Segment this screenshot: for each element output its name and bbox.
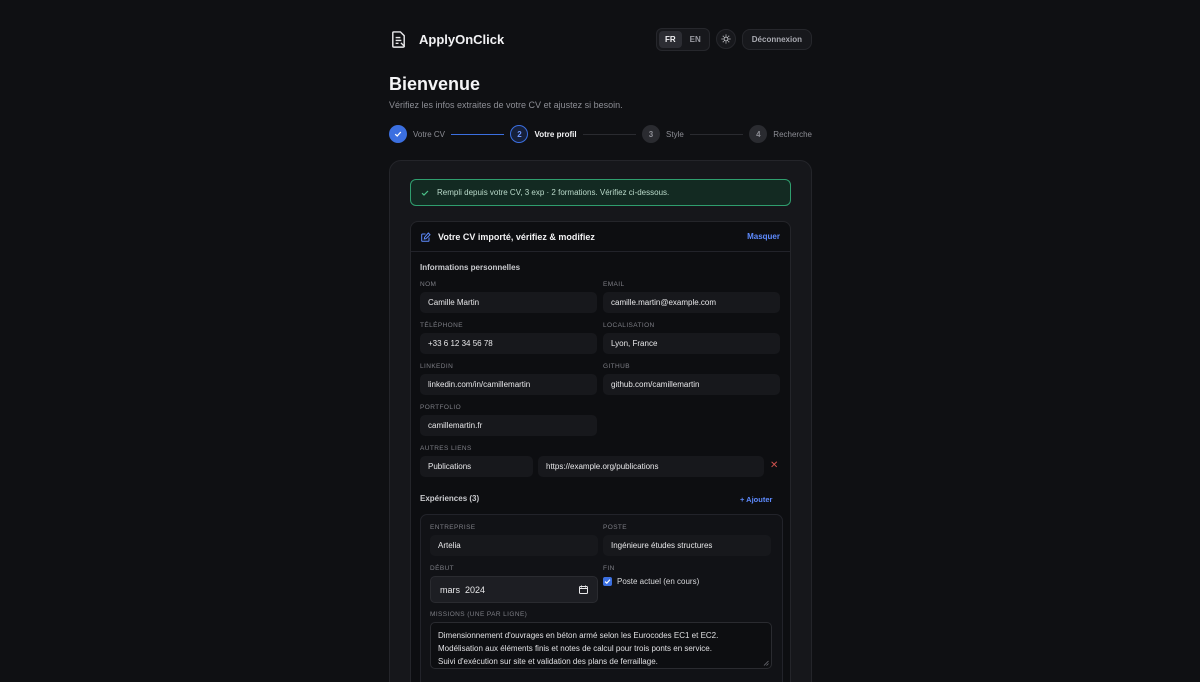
- github-label: GITHUB: [603, 363, 630, 370]
- personal-info-title: Informations personnelles: [420, 263, 521, 272]
- linkedin-label: LINKEDIN: [420, 363, 454, 370]
- mission-line: Dimensionnement d'ouvrages en béton armé…: [438, 631, 719, 640]
- page-title: Bienvenue: [389, 74, 481, 94]
- linkedin-input[interactable]: linkedin.com/in/camillemartin: [420, 374, 597, 395]
- step-recherche[interactable]: 4 Recherche: [749, 125, 812, 143]
- company-label: ENTREPRISE: [430, 524, 476, 531]
- step-votre-profil[interactable]: 2 Votre profil: [510, 125, 577, 143]
- step-4-label: Recherche: [773, 129, 812, 139]
- top-header: ApplyOnClick FR EN Déconnexion: [389, 27, 812, 51]
- step-3-label: Style: [666, 129, 684, 139]
- localisation-label: LOCALISATION: [603, 322, 655, 329]
- nom-label: NOM: [420, 281, 437, 288]
- check-icon: [394, 131, 402, 137]
- check-icon: [604, 579, 611, 585]
- missions-label: MISSIONS (UNE PAR LIGNE): [430, 611, 528, 618]
- lang-fr-button[interactable]: FR: [658, 30, 682, 48]
- current-position-label: Poste actuel (en cours): [617, 577, 700, 586]
- profile-card: Rempli depuis votre CV, 3 exp · 2 format…: [389, 160, 812, 682]
- position-label: POSTE: [603, 524, 628, 531]
- step-2-circle: 2: [510, 125, 529, 143]
- current-position-row: Poste actuel (en cours): [603, 577, 699, 586]
- other-link-url-input[interactable]: https://example.org/publications: [538, 456, 764, 477]
- experience-item: ENTREPRISE Artelia POSTE Ingénieure étud…: [420, 514, 783, 682]
- check-icon: [421, 190, 429, 196]
- calendar-icon[interactable]: [579, 585, 588, 594]
- remove-link-icon[interactable]: ✕: [770, 460, 778, 471]
- portfolio-label: PORTFOLIO: [420, 404, 462, 411]
- logout-button[interactable]: Déconnexion: [741, 28, 812, 50]
- edit-icon: [421, 231, 431, 242]
- nom-input[interactable]: Camille Martin: [420, 292, 597, 313]
- panel-title-text: Votre CV importé, vérifiez & modifiez: [438, 231, 595, 242]
- mission-line: Modélisation aux éléments finis et notes…: [438, 644, 712, 653]
- portfolio-input[interactable]: camillemartin.fr: [420, 415, 597, 436]
- github-input[interactable]: github.com/camillemartin: [603, 374, 780, 395]
- add-experience-button[interactable]: + Ajouter: [740, 495, 772, 504]
- start-date-value: mars 2024: [440, 584, 486, 595]
- experiences-title: Expériences (3): [420, 494, 480, 503]
- language-switcher: FR EN: [655, 27, 710, 51]
- imported-cv-panel: Votre CV importé, vérifiez & modifiez Ma…: [410, 221, 791, 682]
- brand-name: ApplyOnClick: [419, 31, 505, 47]
- progress-stepper: Votre CV 2 Votre profil 3 Style 4 Recher…: [389, 125, 812, 143]
- missions-textarea[interactable]: Dimensionnement d'ouvrages en béton armé…: [430, 622, 772, 669]
- document-logo-icon: [392, 30, 406, 48]
- step-1-circle: [389, 125, 407, 143]
- localisation-input[interactable]: Lyon, France: [603, 333, 780, 354]
- step-connector-3: [689, 133, 744, 135]
- current-position-checkbox[interactable]: [603, 577, 612, 586]
- banner-text: Rempli depuis votre CV, 3 exp · 2 format…: [437, 188, 670, 197]
- theme-toggle-button[interactable]: [715, 29, 736, 49]
- step-connector-1: [451, 133, 505, 135]
- mission-line: Suivi d'exécution sur site et validation…: [438, 657, 658, 666]
- resize-grip-icon[interactable]: [763, 660, 769, 666]
- panel-title: Votre CV importé, vérifiez & modifiez: [421, 232, 595, 242]
- telephone-label: TÉLÉPHONE: [420, 322, 463, 329]
- step-style[interactable]: 3 Style: [642, 125, 684, 143]
- position-input[interactable]: Ingénieure études structures: [603, 535, 771, 556]
- step-3-circle: 3: [642, 125, 661, 143]
- email-label: EMAIL: [603, 281, 625, 288]
- start-date-label: DÉBUT: [430, 565, 455, 572]
- lang-en-button[interactable]: EN: [684, 31, 707, 48]
- other-link-name-input[interactable]: Publications: [420, 456, 533, 477]
- hide-panel-button[interactable]: Masquer: [747, 232, 780, 241]
- step-4-circle: 4: [749, 125, 768, 143]
- company-input[interactable]: Artelia: [430, 535, 598, 556]
- end-date-label: FIN: [603, 565, 615, 572]
- step-connector-2: [582, 133, 637, 135]
- other-links-label: AUTRES LIENS: [420, 445, 472, 452]
- telephone-input[interactable]: +33 6 12 34 56 78: [420, 333, 597, 354]
- page-subtitle: Vérifiez les infos extraites de votre CV…: [389, 100, 623, 110]
- step-votre-cv[interactable]: Votre CV: [389, 125, 445, 143]
- sun-icon: [721, 34, 731, 44]
- start-date-input[interactable]: mars 2024: [430, 576, 598, 603]
- step-1-label: Votre CV: [413, 129, 446, 139]
- logo[interactable]: ApplyOnClick: [389, 30, 504, 49]
- email-input[interactable]: camille.martin@example.com: [603, 292, 780, 313]
- import-success-banner: Rempli depuis votre CV, 3 exp · 2 format…: [410, 179, 791, 206]
- step-2-label: Votre profil: [534, 129, 577, 139]
